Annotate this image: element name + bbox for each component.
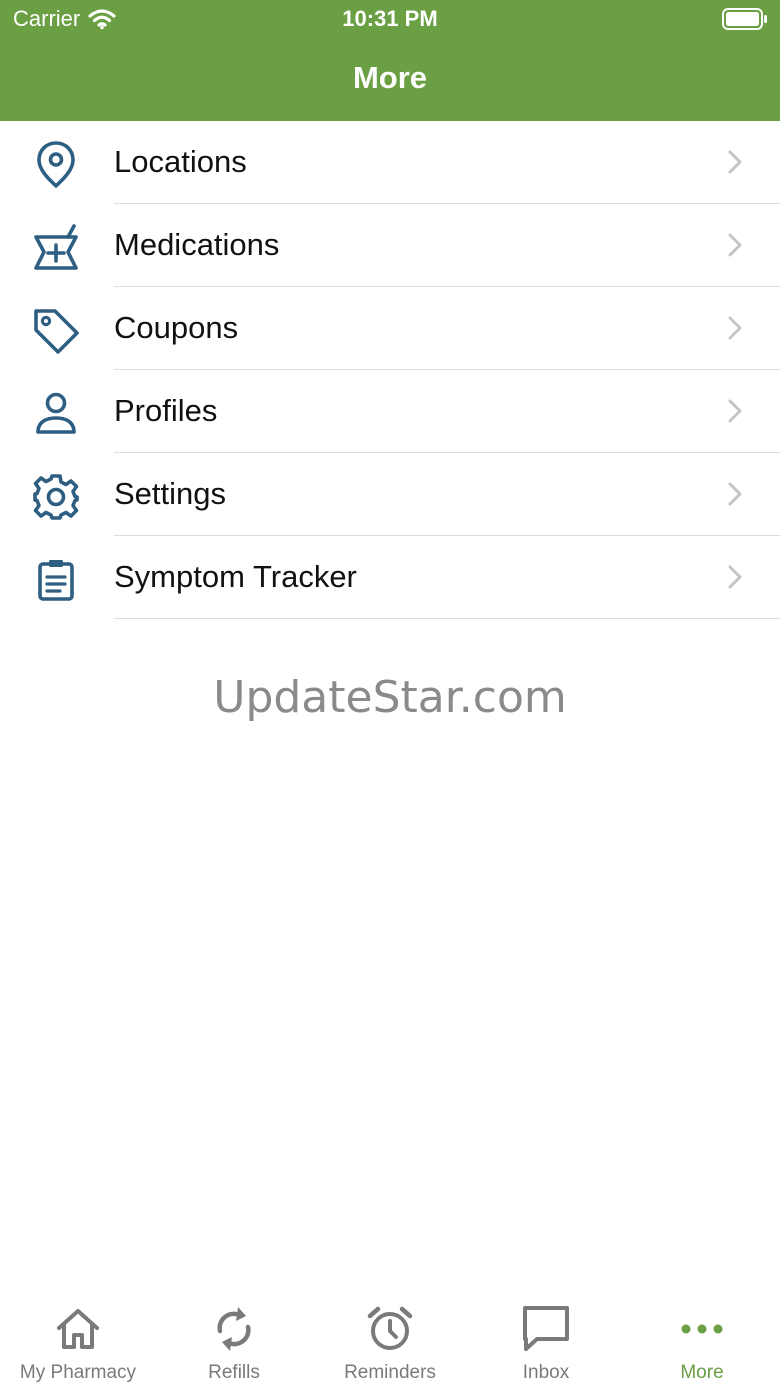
home-icon	[0, 1304, 156, 1354]
menu-item-label: Profiles	[114, 393, 218, 428]
menu-item-label: Coupons	[114, 310, 239, 345]
tab-more[interactable]: More	[624, 1290, 780, 1387]
menu-item-symptom-tracker[interactable]: Symptom Tracker	[0, 536, 780, 619]
mortar-pestle-icon	[30, 222, 82, 274]
tab-my-pharmacy[interactable]: My Pharmacy	[0, 1290, 156, 1387]
menu-item-coupons[interactable]: Coupons	[0, 287, 780, 370]
location-pin-icon	[30, 139, 82, 191]
clipboard-icon	[30, 554, 82, 606]
menu-item-medications[interactable]: Medications	[0, 204, 780, 287]
chevron-right-icon	[728, 399, 742, 423]
page-title: More	[352, 60, 428, 95]
status-bar: Carrier 10:31 PM	[0, 0, 780, 40]
chevron-right-icon	[728, 150, 742, 174]
tab-label: My Pharmacy	[19, 1362, 137, 1383]
menu-item-label: Locations	[114, 144, 247, 179]
chevron-right-icon	[728, 233, 742, 257]
nav-header: Carrier 10:31 PM More	[0, 0, 780, 121]
refresh-icon	[156, 1304, 312, 1354]
tag-icon	[30, 305, 82, 357]
user-icon	[30, 388, 82, 440]
chevron-right-icon	[728, 482, 742, 506]
alarm-clock-icon	[312, 1304, 468, 1354]
watermark-text: UpdateStar.com	[213, 672, 567, 723]
more-dots-icon	[624, 1304, 780, 1354]
tab-label: Reminders	[344, 1362, 436, 1383]
tab-reminders[interactable]: Reminders	[312, 1290, 468, 1387]
tab-inbox[interactable]: Inbox	[468, 1290, 624, 1387]
battery-icon	[722, 8, 768, 30]
menu-item-profiles[interactable]: Profiles	[0, 370, 780, 453]
more-menu-list: Locations Medications Coupons Profiles S…	[0, 121, 780, 619]
chevron-right-icon	[728, 565, 742, 589]
status-time: 10:31 PM	[342, 6, 438, 31]
tab-bar: My Pharmacy Refills Reminders Inbox More	[0, 1290, 780, 1387]
menu-item-locations[interactable]: Locations	[0, 121, 780, 204]
tab-label: More	[680, 1362, 724, 1383]
tab-label: Inbox	[522, 1362, 570, 1383]
tab-label: Refills	[208, 1362, 260, 1383]
tab-refills[interactable]: Refills	[156, 1290, 312, 1387]
chevron-right-icon	[728, 316, 742, 340]
gear-icon	[30, 471, 82, 523]
chat-bubble-icon	[468, 1304, 624, 1354]
menu-item-settings[interactable]: Settings	[0, 453, 780, 536]
menu-item-label: Symptom Tracker	[114, 559, 357, 594]
menu-item-label: Settings	[114, 476, 227, 511]
menu-item-label: Medications	[114, 227, 280, 262]
